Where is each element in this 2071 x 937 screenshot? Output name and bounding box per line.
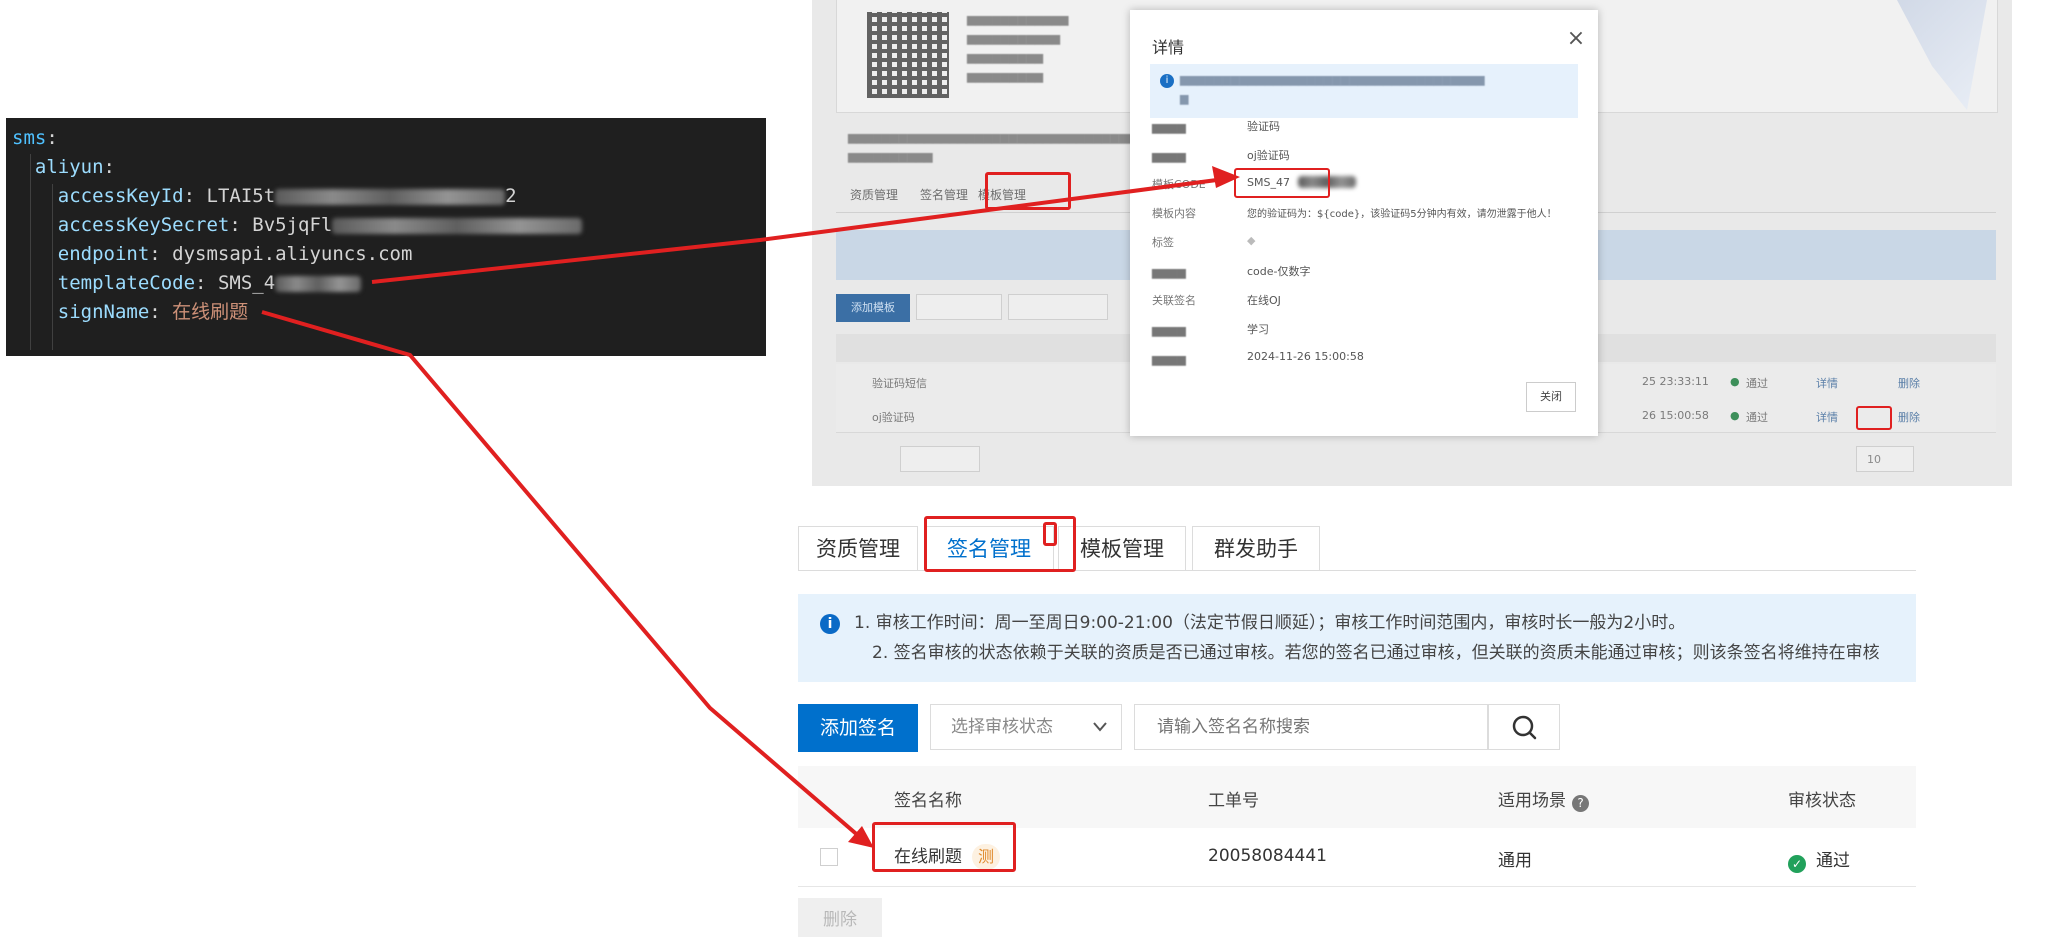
tab-template[interactable]: 模板管理 xyxy=(1058,526,1186,570)
detail-row-scene: ▆▆▆▆ 学习 xyxy=(1152,323,1269,337)
yaml-line-access-key-id: accessKeyId: LTAI5t 2 xyxy=(57,185,517,207)
add-template-button[interactable]: 添加模板 xyxy=(836,294,910,322)
check-circle-icon: ● xyxy=(1730,375,1740,388)
detail-modal: 详情 × i ▆▆▆▆▆▆▆▆▆▆▆▆▆▆▆▆▆▆▆▆▆▆▆▆▆▆▆▆▆▆▆▆▆… xyxy=(1130,10,1598,436)
detail-row-content: 模板内容 您的验证码为：${code}，该验证码5分钟内有效，请勿泄露于他人！ xyxy=(1152,207,1557,220)
detail-row-variable: ▆▆▆▆ code-仅数字 xyxy=(1152,265,1311,279)
check-circle-icon: ● xyxy=(1730,409,1740,422)
detail-row-tags: 标签 ◆ xyxy=(1152,234,1256,249)
yaml-line-template-code: templateCode: SMS_4 xyxy=(12,269,766,298)
tab-qualification[interactable]: 资质管理 xyxy=(850,186,898,203)
info-icon: i xyxy=(820,614,840,634)
template-status: 通过 xyxy=(1746,411,1768,424)
batch-select[interactable] xyxy=(900,446,980,472)
add-signature-button[interactable]: 添加签名 xyxy=(798,704,918,752)
help-icon[interactable]: ? xyxy=(1572,795,1589,812)
close-button[interactable]: 关闭 xyxy=(1526,382,1576,412)
column-order-number: 工单号 xyxy=(1208,791,1259,811)
delete-button[interactable]: 删除 xyxy=(798,898,882,937)
close-icon[interactable]: × xyxy=(1562,26,1590,51)
signature-search-input[interactable] xyxy=(1134,704,1488,750)
row-checkbox[interactable] xyxy=(820,848,838,866)
detail-link[interactable]: 详情 xyxy=(1816,375,1838,391)
search-icon xyxy=(1512,715,1537,740)
redaction-blur xyxy=(275,275,362,292)
detail-row-name: ▆▆▆▆ oj验证码 xyxy=(1152,149,1290,163)
info-icon: i xyxy=(1160,74,1174,88)
detail-row-code: 模板CODE SMS_47 xyxy=(1152,176,1572,196)
template-status-select[interactable] xyxy=(1008,294,1108,320)
highlight-template-code xyxy=(1234,168,1330,198)
detail-row-signature: 关联签名 在线OJ xyxy=(1152,294,1281,307)
notice-line-1: 1. 审核工作时间：周一至周日9:00-21:00（法定节假日顺延）；审核工作时… xyxy=(854,613,1686,633)
column-review-status: 审核状态 xyxy=(1788,791,1856,811)
template-status: 通过 xyxy=(1746,377,1768,390)
delete-link[interactable]: 删除 xyxy=(1898,409,1920,425)
template-type-select[interactable] xyxy=(916,294,1002,320)
review-notice: i 1. 审核工作时间：周一至周日9:00-21:00（法定节假日顺延）；审核工… xyxy=(798,594,1916,682)
check-circle-icon: ✓ xyxy=(1788,855,1806,873)
yaml-line-sign-name: signName: 在线刷题 xyxy=(57,301,249,323)
qr-code-icon xyxy=(867,12,949,98)
detail-row-type: ▆▆▆▆ 验证码 xyxy=(1152,120,1280,134)
yaml-line-access-key-secret: accessKeySecret: Bv5jqFl xyxy=(12,211,766,240)
tag-icon: ◆ xyxy=(1247,234,1256,247)
template-time: 25 23:33:11 xyxy=(1642,375,1709,388)
delete-link[interactable]: 删除 xyxy=(1898,375,1920,391)
modal-info-alert: i ▆▆▆▆▆▆▆▆▆▆▆▆▆▆▆▆▆▆▆▆▆▆▆▆▆▆▆▆▆▆▆▆▆▆▆▆ ▆ xyxy=(1150,64,1578,118)
tab-broadcast[interactable]: 群发助手 xyxy=(1192,526,1320,570)
signature-table-header: 签名名称 工单号 适用场景? 审核状态 xyxy=(798,766,1916,828)
template-time: 26 15:00:58 xyxy=(1642,409,1709,422)
detail-link[interactable]: 详情 xyxy=(1816,409,1838,425)
review-status-select[interactable]: 选择审核状态 xyxy=(930,704,1122,750)
tab-signature[interactable]: 签名管理 xyxy=(920,186,968,203)
code-editor[interactable]: sms: aliyun: accessKeyId: LTAI5t 2 access… xyxy=(6,118,766,356)
select-placeholder: 选择审核状态 xyxy=(951,717,1053,737)
template-name: oj验证码 xyxy=(872,411,915,424)
blurred-info-text: ▆▆▆▆▆▆▆▆▆▆▆▆ ▆▆▆▆▆▆▆▆▆▆▆ ▆▆▆▆▆▆▆▆▆ ▆▆▆▆▆▆▆▆… xyxy=(967,13,1069,83)
highlight-signature-name xyxy=(872,822,1016,872)
search-button[interactable] xyxy=(1488,704,1560,750)
yaml-line-endpoint: endpoint: dysmsapi.aliyuncs.com xyxy=(57,243,413,265)
template-name: 验证码短信 xyxy=(872,377,927,390)
order-number-cell: 20058084441 xyxy=(1208,846,1327,866)
highlight-signature-tab-marker xyxy=(1043,522,1057,546)
page-size-select[interactable]: 10 xyxy=(1856,446,1914,472)
brand-bird-icon xyxy=(1897,0,1987,110)
modal-title: 详情 xyxy=(1152,38,1185,57)
status-cell: ✓ 通过 xyxy=(1788,846,1850,873)
yaml-line-aliyun: aliyun: xyxy=(34,156,115,178)
scene-cell: 通用 xyxy=(1498,851,1532,871)
notice-line-2: 2. 签名审核的状态依赖于关联的资质是否已通过审核。若您的签名已通过审核，但关联… xyxy=(872,643,1880,663)
column-signature-name: 签名名称 xyxy=(894,791,962,811)
column-scene: 适用场景? xyxy=(1498,786,1589,812)
detail-row-created: ▆▆▆▆ 2024-11-26 15:00:58 xyxy=(1152,350,1364,366)
chevron-down-icon xyxy=(1091,705,1109,766)
yaml-line-sms: sms: xyxy=(12,127,58,149)
highlight-template-tab xyxy=(985,172,1071,210)
redaction-blur xyxy=(332,217,583,234)
highlight-detail-link xyxy=(1856,406,1892,430)
tab-qualification[interactable]: 资质管理 xyxy=(798,526,918,570)
redaction-blur xyxy=(275,188,506,205)
arrow-sign-name xyxy=(261,310,870,846)
